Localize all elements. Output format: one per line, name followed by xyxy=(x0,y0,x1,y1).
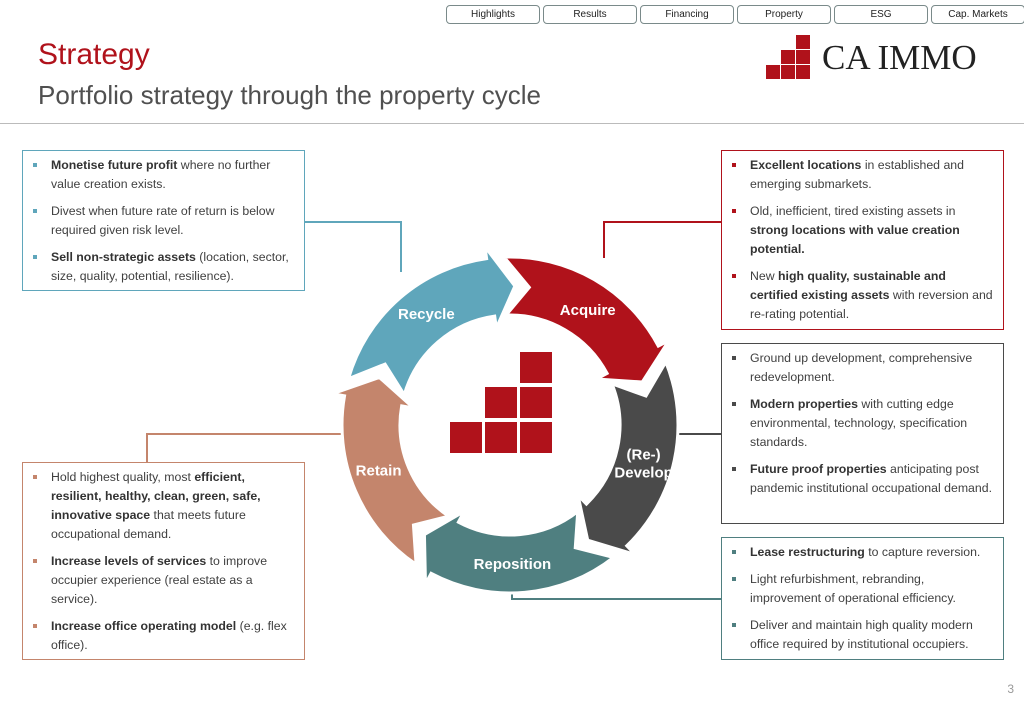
bullet-text: Increase levels of services xyxy=(51,554,207,568)
bullet-item: Lease restructuring to capture reversion… xyxy=(732,543,995,562)
bullet-text: Excellent locations xyxy=(750,158,862,172)
bullet-text: Lease restructuring xyxy=(750,545,865,559)
bullet-text: Light refurbishment, rebranding, improve… xyxy=(750,572,956,605)
page-number: 3 xyxy=(1007,682,1014,696)
bullet-item: Increase levels of services to improve o… xyxy=(33,552,296,609)
logo-square xyxy=(520,422,552,453)
bullet-text: Modern properties xyxy=(750,397,858,411)
connector-line xyxy=(304,221,402,272)
bullet-item: Excellent locations in established and e… xyxy=(732,156,995,194)
reposition-label: Reposition xyxy=(474,556,552,573)
recycle-label: Recycle xyxy=(398,306,455,323)
bullet-text: Ground up development, comprehensive red… xyxy=(750,351,973,384)
recycle-box: Monetise future profit where no further … xyxy=(22,150,305,291)
bullet-item: Ground up development, comprehensive red… xyxy=(732,349,995,387)
bullet-text: Sell non-strategic assets xyxy=(51,250,196,264)
bullet-text: New xyxy=(750,269,779,283)
develop-box: Ground up development, comprehensive red… xyxy=(721,343,1004,524)
bullet-item: Deliver and maintain high quality modern… xyxy=(732,616,995,654)
bullet-text: Hold highest quality, most xyxy=(51,470,195,484)
logo-square xyxy=(520,387,552,418)
bullet-text: Future proof properties xyxy=(750,462,887,476)
logo-square xyxy=(485,422,517,453)
develop-label: (Re-) xyxy=(627,446,661,463)
bullet-item: Divest when future rate of return is bel… xyxy=(33,202,296,240)
logo-square xyxy=(520,352,552,383)
bullet-text: Divest when future rate of return is bel… xyxy=(51,204,275,237)
bullet-item: Increase office operating model (e.g. fl… xyxy=(33,617,296,655)
bullet-item: Sell non-strategic assets (location, sec… xyxy=(33,248,296,286)
logo-square xyxy=(450,422,482,453)
bullet-text: to capture reversion. xyxy=(864,545,981,559)
develop-label: Develop xyxy=(614,464,672,481)
retain-label: Retain xyxy=(356,462,402,479)
bullet-text: Increase office operating model xyxy=(51,619,237,633)
bullet-item: Monetise future profit where no further … xyxy=(33,156,296,194)
bullet-item: Modern properties with cutting edge envi… xyxy=(732,395,995,452)
bullet-item: Light refurbishment, rebranding, improve… xyxy=(732,570,995,608)
connector-line xyxy=(603,221,721,258)
bullet-item: Future proof properties anticipating pos… xyxy=(732,460,995,498)
bullet-text: Monetise future profit xyxy=(51,158,178,172)
connector-line xyxy=(146,433,348,462)
bullet-item: Old, inefficient, tired existing assets … xyxy=(732,202,995,259)
bullet-item: Hold highest quality, most efficient, re… xyxy=(33,468,296,544)
acquire-box: Excellent locations in established and e… xyxy=(721,150,1004,330)
bullet-text: Deliver and maintain high quality modern… xyxy=(750,618,973,651)
reposition-box: Lease restructuring to capture reversion… xyxy=(721,537,1004,660)
logo-square xyxy=(485,387,517,418)
retain-box: Hold highest quality, most efficient, re… xyxy=(22,462,305,660)
bullet-item: New high quality, sustainable and certif… xyxy=(732,267,995,324)
bullet-text: strong locations with value creation pot… xyxy=(750,223,960,256)
acquire-label: Acquire xyxy=(560,302,616,319)
bullet-text: Old, inefficient, tired existing assets … xyxy=(750,204,956,218)
